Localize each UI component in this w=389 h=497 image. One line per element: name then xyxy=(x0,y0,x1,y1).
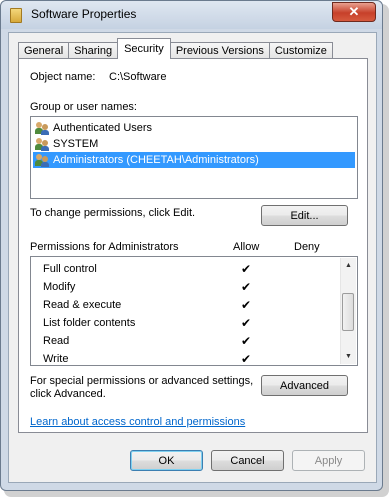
folder-icon xyxy=(10,8,22,23)
permission-row: Read ✔ xyxy=(43,333,253,351)
tab-security[interactable]: Security xyxy=(117,38,171,59)
permission-name: Read xyxy=(43,335,70,347)
tab-sharing[interactable]: Sharing xyxy=(68,42,119,59)
allow-check-icon: ✔ xyxy=(241,316,252,330)
window-title: Software Properties xyxy=(31,7,137,21)
security-panel: Object name: C:\Software Group or user n… xyxy=(18,58,368,433)
group-names-label: Group or user names: xyxy=(30,101,137,113)
object-name-label: Object name: xyxy=(30,71,96,83)
edit-button[interactable]: Edit... xyxy=(261,205,348,226)
learn-permissions-link[interactable]: Learn about access control and permissio… xyxy=(30,416,245,428)
ok-button[interactable]: OK xyxy=(130,450,203,471)
allow-check-icon: ✔ xyxy=(241,262,252,276)
tab-customize[interactable]: Customize xyxy=(268,42,333,59)
permission-name: Modify xyxy=(43,281,76,293)
users-icon xyxy=(35,121,50,135)
close-icon: ✕ xyxy=(348,4,360,19)
scroll-down-arrow-icon[interactable]: ▼ xyxy=(341,349,356,364)
allow-check-icon: ✔ xyxy=(241,352,252,366)
change-permissions-text: To change permissions, click Edit. xyxy=(30,207,196,219)
allow-check-icon: ✔ xyxy=(241,280,252,294)
dialog-client: General Sharing Security Previous Versio… xyxy=(8,32,377,483)
group-list[interactable]: Authenticated Users SYSTEM Administrator… xyxy=(30,116,358,199)
advanced-button[interactable]: Advanced xyxy=(261,375,348,396)
special-permissions-text-1: For special permissions or advanced sett… xyxy=(30,375,254,387)
tab-strip: General Sharing Security Previous Versio… xyxy=(18,38,333,59)
permissions-list[interactable]: Full control ✔ Modify ✔ Read & execute ✔… xyxy=(30,256,358,366)
allow-check-icon: ✔ xyxy=(241,334,252,348)
permissions-scrollbar[interactable]: ▲ ▼ xyxy=(340,258,356,364)
permission-name: Read & execute xyxy=(43,299,122,311)
allow-header: Allow xyxy=(233,241,260,253)
tab-previous-versions[interactable]: Previous Versions xyxy=(169,42,270,59)
properties-window: Software Properties ✕ General Sharing Se… xyxy=(0,0,383,491)
group-item-system[interactable]: SYSTEM xyxy=(33,136,355,152)
permissions-label: Permissions for Administrators xyxy=(30,241,179,253)
tab-general[interactable]: General xyxy=(18,42,70,59)
special-permissions-text-2: click Advanced. xyxy=(30,388,106,400)
scroll-up-arrow-icon[interactable]: ▲ xyxy=(341,258,356,273)
group-item-label: Administrators (CHEETAH\Administrators) xyxy=(53,154,259,166)
group-item-label: Authenticated Users xyxy=(53,122,153,134)
permission-name: Full control xyxy=(43,263,97,275)
close-button[interactable]: ✕ xyxy=(332,2,376,22)
permission-name: List folder contents xyxy=(43,317,136,329)
title-bar[interactable]: Software Properties ✕ xyxy=(1,1,382,29)
allow-check-icon: ✔ xyxy=(241,298,252,312)
apply-button[interactable]: Apply xyxy=(292,450,365,471)
permission-row: List folder contents ✔ xyxy=(43,315,253,333)
permission-row: Modify ✔ xyxy=(43,279,253,297)
users-icon xyxy=(35,137,50,151)
cancel-button[interactable]: Cancel xyxy=(211,450,284,471)
deny-header: Deny xyxy=(294,241,320,253)
permission-name: Write xyxy=(43,353,69,365)
users-icon xyxy=(35,153,50,167)
permission-row: Read & execute ✔ xyxy=(43,297,253,315)
permission-row: Full control ✔ xyxy=(43,261,253,279)
object-name-value: C:\Software xyxy=(109,71,167,83)
scroll-thumb[interactable] xyxy=(342,293,354,331)
group-item-authenticated-users[interactable]: Authenticated Users xyxy=(33,120,355,136)
permission-row: Write ✔ xyxy=(43,351,253,366)
group-item-administrators[interactable]: Administrators (CHEETAH\Administrators) xyxy=(33,152,355,168)
group-item-label: SYSTEM xyxy=(53,138,99,150)
